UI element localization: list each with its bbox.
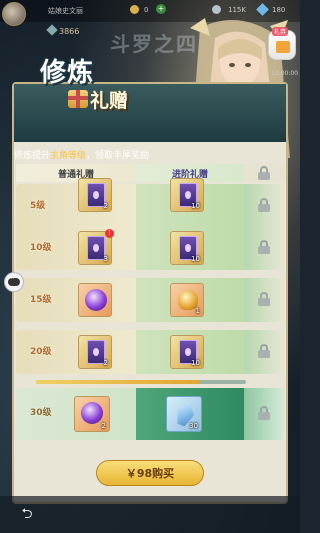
level-progress-bar bbox=[36, 380, 246, 384]
advanced-reward-item[interactable]: 10 bbox=[170, 178, 204, 212]
event-title-sub: 礼赠 bbox=[90, 90, 129, 112]
add-gold-button[interactable]: + bbox=[156, 4, 166, 14]
normal-reward-item[interactable]: 2 bbox=[74, 396, 110, 432]
normal-reward-item[interactable] bbox=[78, 283, 112, 317]
back-button[interactable]: ⮌ bbox=[16, 506, 38, 524]
advanced-reward-item[interactable]: 1 bbox=[170, 283, 204, 317]
lock-icon bbox=[257, 406, 271, 420]
gift-voucher-tag: 礼券 bbox=[272, 27, 289, 36]
gem-amount: 180 bbox=[272, 6, 286, 14]
player-avatar[interactable] bbox=[2, 2, 26, 26]
item-count: 2 bbox=[101, 422, 106, 430]
chat-bubble-icon bbox=[8, 274, 20, 286]
level-label: 5级 bbox=[30, 201, 46, 211]
item-count: 30 bbox=[189, 422, 198, 430]
level-label: 15级 bbox=[30, 295, 52, 305]
lock-icon bbox=[257, 292, 271, 306]
level-progress-fill bbox=[36, 380, 200, 384]
card-icon bbox=[87, 183, 105, 207]
advanced-reward-item[interactable]: 10 bbox=[170, 335, 204, 369]
item-count: 2 bbox=[103, 359, 108, 367]
level-label: 20级 bbox=[30, 347, 52, 357]
power-icon bbox=[46, 24, 58, 36]
item-count: 2 bbox=[103, 202, 108, 210]
reward-row-next: 30级 2 30 bbox=[16, 388, 284, 440]
event-title-main: 修炼 bbox=[40, 58, 95, 88]
item-count: 1 bbox=[195, 307, 200, 315]
reward-row: 15级 1 bbox=[16, 278, 284, 322]
normal-reward-item[interactable]: ! 3 bbox=[78, 229, 114, 265]
item-count: 10 bbox=[191, 359, 200, 367]
background-title: 斗罗之四 bbox=[110, 32, 198, 56]
lock-icon bbox=[257, 198, 271, 212]
purple-orb-icon bbox=[81, 402, 103, 424]
purple-orb-icon bbox=[85, 289, 107, 311]
column-header-lock bbox=[244, 164, 284, 182]
claim-badge: ! bbox=[105, 229, 114, 238]
lock-icon bbox=[257, 240, 271, 254]
level-label: 10级 bbox=[30, 243, 52, 253]
panel-header-banner bbox=[14, 84, 286, 142]
reward-row: 10级 ! 3 10 bbox=[16, 226, 284, 270]
item-count: 10 bbox=[191, 202, 200, 210]
normal-reward-item[interactable]: 2 bbox=[78, 178, 112, 212]
event-description: 修炼提升主角等级，领取丰厚奖励 bbox=[14, 148, 149, 161]
normal-reward-item[interactable]: 2 bbox=[78, 335, 112, 369]
back-arrow-icon: ⮌ bbox=[21, 506, 33, 522]
advanced-reward-item[interactable]: 10 bbox=[170, 231, 204, 265]
gift-voucher-button[interactable]: 礼券 bbox=[268, 27, 296, 60]
card-icon bbox=[87, 340, 105, 364]
reward-row: 20级 2 10 bbox=[16, 330, 284, 374]
silver-amount: 115K bbox=[228, 6, 246, 14]
chat-button[interactable] bbox=[4, 272, 24, 292]
combat-power: 3866 bbox=[46, 24, 80, 36]
description-suffix: ，领取丰厚奖励 bbox=[86, 151, 150, 161]
description-prefix: 修炼提升 bbox=[14, 151, 51, 161]
power-value: 3866 bbox=[59, 27, 80, 36]
description-highlight: 主角等级 bbox=[50, 151, 87, 161]
player-name: 姑娘史文丽 bbox=[48, 7, 83, 15]
title-gift-icon bbox=[68, 90, 88, 108]
advanced-reward-item[interactable]: 30 bbox=[166, 396, 202, 432]
column-header-normal: 普通礼赠 bbox=[16, 164, 136, 182]
silver-coin-icon bbox=[212, 5, 221, 14]
card-icon bbox=[87, 236, 105, 260]
bottom-bar bbox=[0, 496, 300, 533]
reward-row: 5级 2 10 bbox=[16, 178, 284, 228]
gift-box-icon bbox=[276, 41, 290, 53]
item-count: 3 bbox=[103, 255, 108, 263]
item-count: 10 bbox=[191, 255, 200, 263]
gold-coin-icon bbox=[130, 5, 139, 14]
top-hud-bar: 姑娘史文丽 0 + 115K 180 bbox=[0, 0, 300, 22]
buy-advanced-button[interactable]: ￥98购买 bbox=[96, 460, 204, 486]
gold-amount: 0 bbox=[144, 6, 149, 14]
side-timer-label: 12:00:00 bbox=[271, 70, 298, 77]
level-label: 30级 bbox=[30, 408, 52, 418]
lock-icon bbox=[257, 344, 271, 358]
gem-icon bbox=[256, 3, 269, 16]
lock-icon bbox=[257, 166, 271, 180]
